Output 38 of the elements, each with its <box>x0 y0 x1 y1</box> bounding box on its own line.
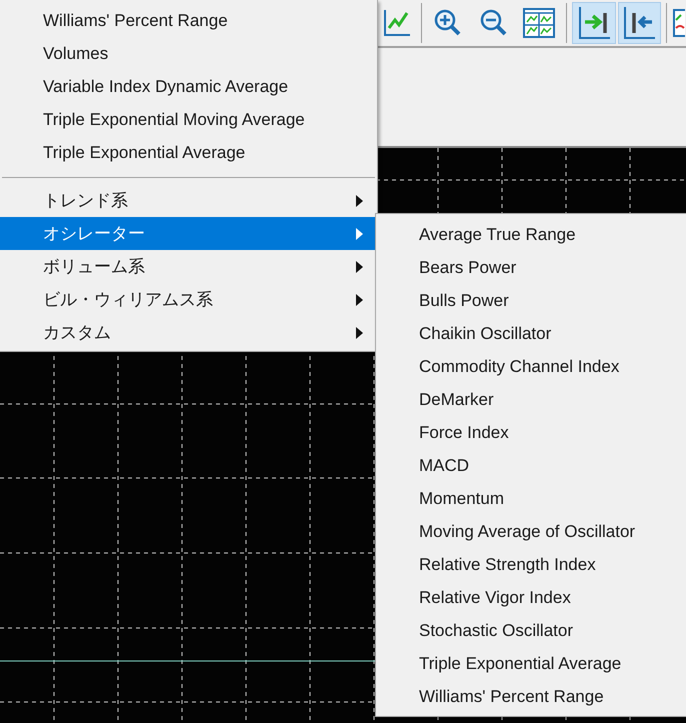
chart-window-icon <box>673 8 686 38</box>
toolbar-button[interactable] <box>618 2 662 44</box>
submenu-arrow-icon <box>356 294 363 306</box>
menu-item[interactable]: DeMarker <box>376 383 686 416</box>
menu-item[interactable]: Stochastic Oscillator <box>376 614 686 647</box>
arrow-to-bar-icon <box>576 5 611 41</box>
bar-arrow-left-icon <box>622 5 656 41</box>
menu-item[interactable]: Williams' Percent Range <box>0 4 377 37</box>
menu-item[interactable]: Force Index <box>376 416 686 449</box>
menu-item[interactable]: Variable Index Dynamic Average <box>0 70 377 103</box>
menu-item[interactable]: Bears Power <box>376 251 686 284</box>
menu-item[interactable]: Moving Average of Oscillator <box>376 515 686 548</box>
tile-windows-icon <box>523 8 556 38</box>
submenu-item[interactable]: ビル・ウィリアムス系 <box>0 283 377 316</box>
menu-item[interactable]: Triple Exponential Average <box>0 136 377 169</box>
menu-item[interactable]: Momentum <box>376 482 686 515</box>
submenu-arrow-icon <box>356 260 363 272</box>
line-chart-icon <box>382 8 412 38</box>
menu-item[interactable]: Triple Exponential Average <box>376 647 686 680</box>
menu-item[interactable]: Commodity Channel Index <box>376 350 686 383</box>
menu-item[interactable]: Relative Vigor Index <box>376 581 686 614</box>
submenu-arrow-icon <box>356 326 363 338</box>
menu-item[interactable]: Bulls Power <box>376 284 686 317</box>
menu-item[interactable]: Relative Strength Index <box>376 548 686 581</box>
submenu-item[interactable]: ボリューム系 <box>0 250 377 283</box>
menu-item[interactable]: Williams' Percent Range <box>376 680 686 713</box>
submenu-arrow-icon <box>356 194 363 206</box>
submenu-item[interactable]: オシレーター <box>0 217 377 250</box>
menu-item[interactable]: Average True Range <box>376 218 686 251</box>
submenu-item[interactable]: カスタム <box>0 316 377 349</box>
menu-item[interactable]: MACD <box>376 449 686 482</box>
submenu-arrow-icon <box>356 228 363 240</box>
toolbar-button[interactable] <box>572 2 616 44</box>
menu-item[interactable]: Chaikin Oscillator <box>376 317 686 350</box>
menu-item[interactable]: Volumes <box>0 37 377 70</box>
menu-item[interactable]: Triple Exponential Moving Average <box>0 103 377 136</box>
zoom-out-icon <box>478 8 509 38</box>
submenu-item[interactable]: トレンド系 <box>0 184 377 217</box>
